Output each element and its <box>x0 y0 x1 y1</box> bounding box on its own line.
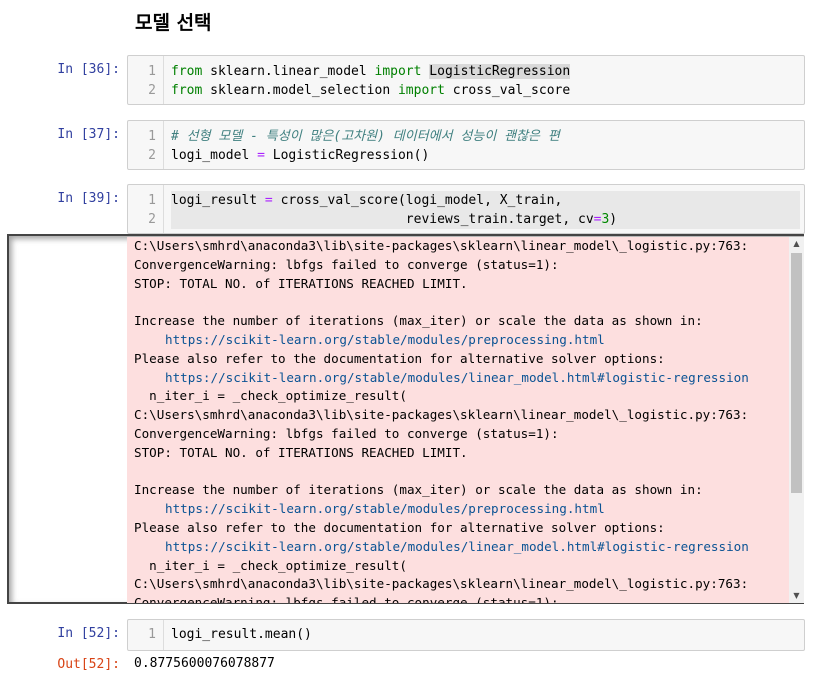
code-line: 1 logi_result = cross_val_score(logi_mode… <box>128 191 804 210</box>
stderr-line <box>127 293 789 312</box>
code-text: from sklearn.linear_model import Logisti… <box>171 62 571 81</box>
code-text: from sklearn.model_selection import cros… <box>171 81 570 100</box>
stderr-line: STOP: TOTAL NO. of ITERATIONS REACHED LI… <box>134 444 468 460</box>
code-token: sklearn.linear_model <box>202 64 375 79</box>
code-token: from <box>171 64 203 79</box>
code-text: logi_result = cross_val_score(logi_model… <box>171 191 800 210</box>
section-heading: 모델 선택 <box>135 12 212 34</box>
code-cell-37[interactable]: 1 # 선형 모델 - 특성이 많은(고차원) 데이터에서 성능이 괜찮은 편 2… <box>127 120 805 170</box>
code-token: = <box>264 193 273 208</box>
code-line: 2 from sklearn.model_selection import cro… <box>128 81 804 100</box>
line-number: 2 <box>148 212 156 227</box>
line-number: 1 <box>148 64 156 79</box>
stderr-line: STOP: TOTAL NO. of ITERATIONS REACHED LI… <box>134 275 468 291</box>
code-line: 1 logi_result.mean() <box>128 625 804 644</box>
stderr-link[interactable]: https://scikit-learn.org/stable/modules/… <box>127 538 789 557</box>
stderr-line: Please also refer to the documentation f… <box>134 519 665 535</box>
stderr-output[interactable]: C:\Users\smhrd\anaconda3\lib\site-packag… <box>127 237 789 603</box>
stderr-link[interactable]: https://scikit-learn.org/stable/modules/… <box>127 331 789 350</box>
code-token: sklearn.model_selection <box>202 83 398 98</box>
line-number: 2 <box>148 148 156 163</box>
code-token: from <box>171 83 203 98</box>
code-line: 2 logi_model = LogisticRegression() <box>128 146 804 165</box>
stderr-line: Increase the number of iterations (max_i… <box>134 313 703 329</box>
code-token: # 선형 모델 - 특성이 많은(고차원) 데이터에서 성능이 괜찮은 편 <box>171 129 560 144</box>
stderr-line: ConvergenceWarning: lbfgs failed to conv… <box>134 425 559 441</box>
line-number: 1 <box>148 627 156 642</box>
code-line: 1 from sklearn.linear_model import Logist… <box>128 62 804 81</box>
code-text: reviews_train.target, cv=3) <box>171 210 800 229</box>
cell-prompt-36: In [36]: <box>57 62 120 77</box>
code-cell-39[interactable]: 1 logi_result = cross_val_score(logi_mode… <box>127 184 805 234</box>
code-text: logi_model = LogisticRegression() <box>171 146 429 165</box>
scroll-thumb[interactable] <box>791 253 802 493</box>
stderr-line: n_iter_i = _check_optimize_result( <box>134 388 407 404</box>
stderr-line: C:\Users\smhrd\anaconda3\lib\site-packag… <box>134 576 749 592</box>
code-line: 1 # 선형 모델 - 특성이 많은(고차원) 데이터에서 성능이 괜찮은 편 <box>128 127 804 146</box>
line-number: 2 <box>148 83 156 98</box>
code-token: logi_result.mean() <box>171 627 312 642</box>
stderr-line: n_iter_i = _check_optimize_result( <box>134 557 407 573</box>
code-text: logi_result.mean() <box>171 625 312 644</box>
stderr-line: C:\Users\smhrd\anaconda3\lib\site-packag… <box>134 407 749 423</box>
code-cell-52[interactable]: 1 logi_result.mean() <box>127 619 805 651</box>
output-value: 0.8775600076078877 <box>134 656 275 671</box>
line-number: 1 <box>148 193 156 208</box>
code-token: cross_val_score <box>444 83 571 98</box>
stderr-line: Please also refer to the documentation f… <box>134 350 665 366</box>
code-line: 2 reviews_train.target, cv=3) <box>128 210 804 229</box>
stderr-line: C:\Users\smhrd\anaconda3\lib\site-packag… <box>134 238 749 253</box>
cell-prompt-39: In [39]: <box>57 191 120 206</box>
cell-prompt-52: In [52]: <box>57 626 120 641</box>
stderr-line: ConvergenceWarning: lbfgs failed to conv… <box>134 256 559 272</box>
scroll-up-icon[interactable]: ▲ <box>789 237 804 251</box>
cell-prompt-37: In [37]: <box>57 127 120 142</box>
output-scrollbar[interactable]: ▲ ▼ <box>789 237 804 603</box>
code-token: import <box>397 83 445 98</box>
line-number: 1 <box>148 129 156 144</box>
stderr-line <box>127 463 789 482</box>
code-token: logi_model <box>171 148 258 163</box>
stderr-line: Increase the number of iterations (max_i… <box>134 482 703 498</box>
stderr-link[interactable]: https://scikit-learn.org/stable/modules/… <box>127 369 789 388</box>
stderr-link[interactable]: https://scikit-learn.org/stable/modules/… <box>127 500 789 519</box>
code-token: LogisticRegression() <box>264 148 430 163</box>
code-text: # 선형 모델 - 특성이 많은(고차원) 데이터에서 성능이 괜찮은 편 <box>171 127 560 146</box>
output-prompt-52: Out[52]: <box>57 657 120 672</box>
code-token: cross_val_score(logi_model, X_train, <box>272 193 563 208</box>
code-cell-36[interactable]: 1 from sklearn.linear_model import Logist… <box>127 55 805 105</box>
code-token: import <box>374 64 422 79</box>
code-token: logi_result <box>171 193 265 208</box>
scroll-down-icon[interactable]: ▼ <box>789 589 804 603</box>
code-token: reviews_train.target, cv <box>171 212 594 227</box>
stderr-line: ConvergenceWarning: lbfgs failed to conv… <box>134 595 559 603</box>
code-token: LogisticRegression <box>429 64 571 79</box>
code-token: ) <box>609 212 618 227</box>
code-token: = <box>257 148 265 163</box>
